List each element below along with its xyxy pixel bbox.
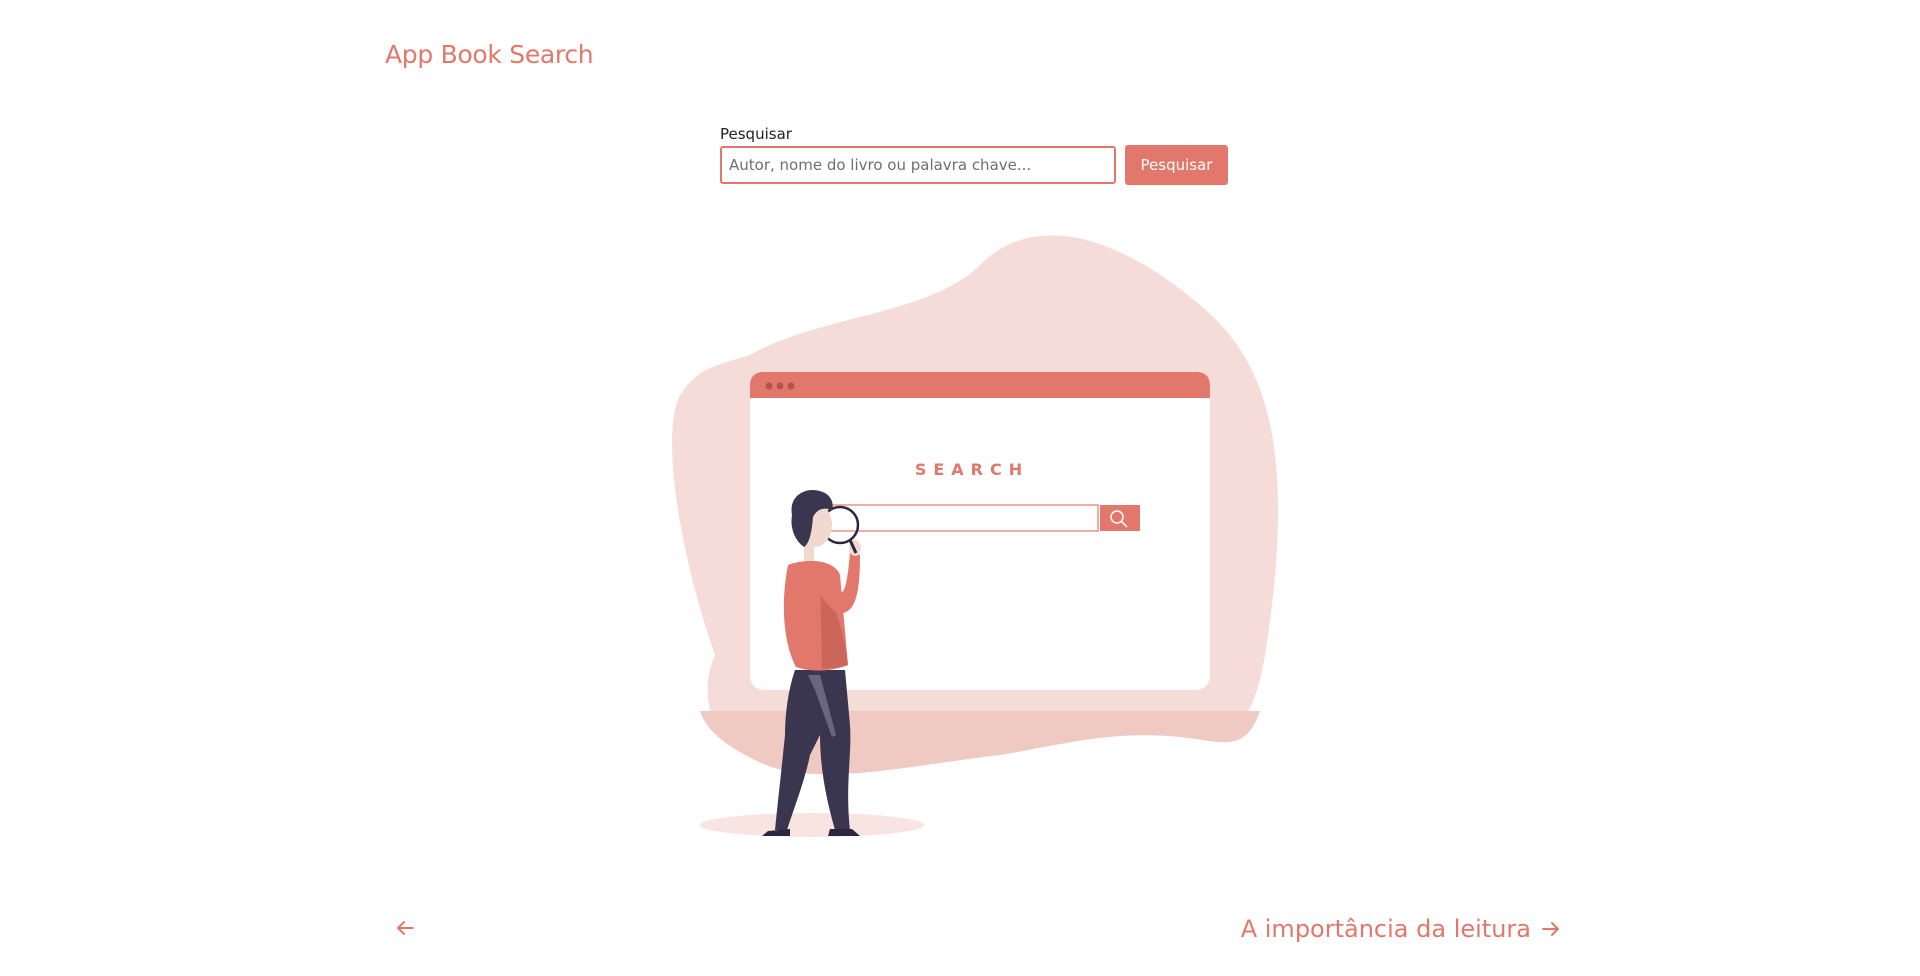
next-page-link[interactable]: A importância da leitura <box>1241 915 1563 943</box>
arrow-left-icon <box>397 921 414 935</box>
window-dot-icon <box>765 382 773 390</box>
search-form: Pesquisar Pesquisar <box>720 125 1230 185</box>
page: App Book Search Pesquisar Pesquisar SEAR… <box>0 0 1920 976</box>
ground-shadow <box>700 813 924 837</box>
search-input[interactable] <box>720 146 1116 184</box>
search-row: Pesquisar <box>720 145 1230 185</box>
search-label: Pesquisar <box>720 125 792 143</box>
person-searching-illustration: SEARCH <box>672 235 1279 837</box>
illustration-search-button <box>1100 505 1140 531</box>
arrow-right-icon <box>1542 922 1559 936</box>
window-dot-icon <box>776 382 784 390</box>
app-title-link[interactable]: App Book Search <box>385 40 594 69</box>
previous-page-button[interactable] <box>393 916 417 940</box>
window-dot-icon <box>787 382 795 390</box>
illustration-search-bar <box>817 504 1099 532</box>
next-page-label: A importância da leitura <box>1240 915 1531 943</box>
search-button[interactable]: Pesquisar <box>1125 145 1228 185</box>
illustration-search-heading: SEARCH <box>915 460 1029 479</box>
